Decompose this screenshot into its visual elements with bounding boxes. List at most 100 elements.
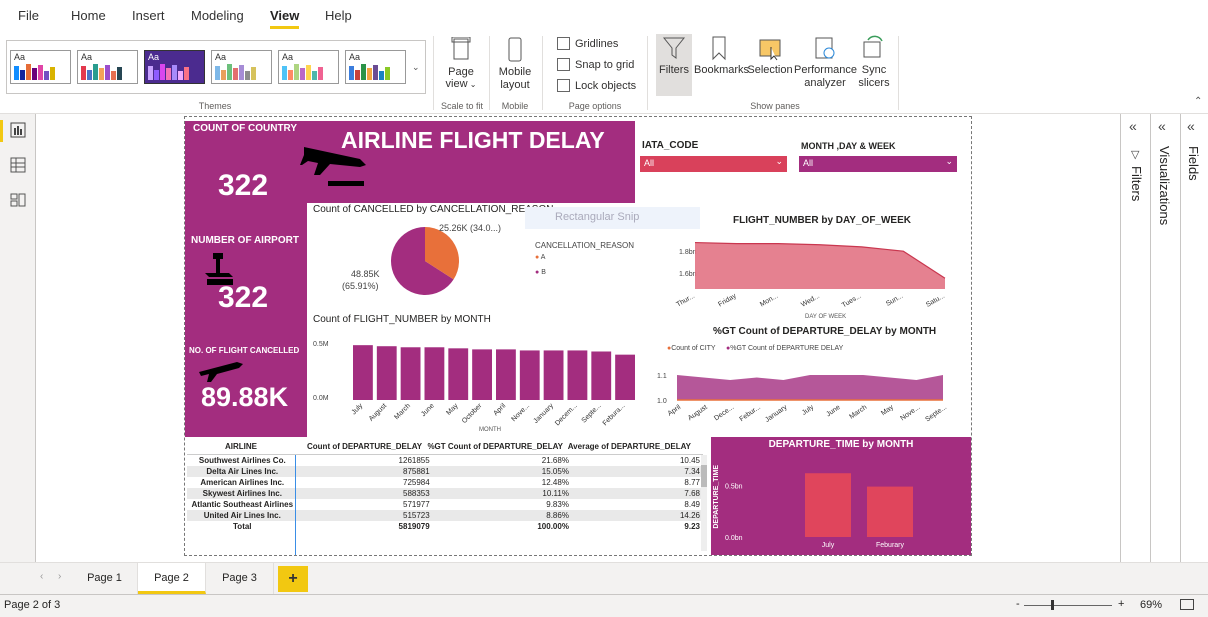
y-tick: 1.0 bbox=[657, 398, 667, 405]
col-avg[interactable]: Average of DEPARTURE_DELAY bbox=[563, 442, 691, 451]
bookmark-icon bbox=[694, 34, 744, 62]
iata-slicer-dropdown[interactable]: All ⌄ bbox=[640, 156, 787, 172]
menu-file[interactable]: File bbox=[18, 8, 39, 23]
pie-label-b-value: 48.85K bbox=[351, 269, 380, 279]
left-nav bbox=[0, 114, 36, 594]
dep-legend-b: ●%GT Count of DEPARTURE DELAY bbox=[726, 345, 844, 352]
area-fill bbox=[695, 242, 945, 289]
filters-pane-button[interactable]: Filters bbox=[656, 34, 692, 96]
pie-chart bbox=[391, 227, 459, 295]
y-tick: 1.8bn bbox=[679, 249, 697, 256]
menu-insert[interactable]: Insert bbox=[132, 8, 165, 23]
departure-time-card: DEPARTURE_TIME by MONTH DEPARTURE_TIME 0… bbox=[711, 437, 971, 555]
filters-pane-label[interactable]: Filters bbox=[1129, 166, 1144, 201]
page-tabs: ‹ › Page 1 Page 2 Page 3 + bbox=[0, 562, 1208, 594]
series-gt-area bbox=[677, 375, 943, 400]
menu-home[interactable]: Home bbox=[71, 8, 106, 23]
col-pct[interactable]: %GT Count of DEPARTURE_DELAY bbox=[427, 442, 563, 451]
lock-objects-checkbox[interactable]: Lock objects bbox=[557, 79, 636, 92]
fields-pane-label[interactable]: Fields bbox=[1186, 146, 1201, 181]
page-options-group-label: Page options bbox=[568, 101, 622, 111]
themes-expand-icon[interactable]: ⌄ bbox=[412, 62, 420, 73]
theme-swatch-4[interactable]: Aa bbox=[211, 50, 272, 84]
theme-bars-icon bbox=[215, 64, 256, 80]
table-scrollbar[interactable] bbox=[701, 455, 707, 551]
page-view-button[interactable]: Page view ⌄ bbox=[441, 36, 481, 90]
menu-modeling[interactable]: Modeling bbox=[191, 8, 244, 23]
tab-page-1[interactable]: Page 1 bbox=[72, 563, 138, 594]
tab-prev-icon[interactable]: ‹ bbox=[40, 571, 43, 582]
fields-collapse-icon[interactable]: « bbox=[1187, 118, 1195, 134]
table-row[interactable]: Atlantic Southeast Airlines 571977 9.83% 8.… bbox=[187, 499, 703, 510]
table-row[interactable]: American Airlines Inc. 725984 12.48% 8.77 bbox=[187, 477, 703, 488]
table-row[interactable]: United Air Lines Inc. 515723 8.86% 14.26 bbox=[187, 510, 703, 521]
pie-legend-title: CANCELLATION_REASON bbox=[535, 241, 634, 250]
area-dow-chart: 1.8bn 1.6bn Thur... Friday Mon... Wed... Tues.… bbox=[675, 241, 946, 310]
col-airline[interactable]: AIRLINE bbox=[187, 442, 295, 451]
table-cell: 515723 bbox=[403, 511, 430, 520]
report-page: COUNT OF COUNTRY 322 AIRLINE FLIGHT DELA… bbox=[184, 116, 972, 556]
theme-swatch-2[interactable]: Aa bbox=[77, 50, 138, 84]
sync-slicers-button[interactable]: Sync slicers bbox=[854, 34, 894, 90]
airport-value: 322 bbox=[218, 281, 269, 314]
x-tick-label: Tues... bbox=[841, 293, 863, 310]
menu-help[interactable]: Help bbox=[325, 8, 352, 23]
airport-kpi-card: NUMBER OF AIRPORT 322 bbox=[185, 203, 307, 316]
snap-to-grid-checkbox[interactable]: Snap to grid bbox=[557, 58, 634, 71]
zoom-slider-thumb[interactable] bbox=[1051, 600, 1054, 610]
y-tick: 1.6bn bbox=[679, 271, 697, 278]
x-tick-label: July bbox=[822, 542, 835, 549]
theme-swatch-3[interactable]: Aa bbox=[144, 50, 205, 84]
theme-swatch-1[interactable]: Aa bbox=[10, 50, 71, 84]
data-view-icon[interactable] bbox=[10, 157, 26, 178]
pie-label-a: 25.26K (34.0...) bbox=[439, 223, 502, 233]
fit-page-icon[interactable] bbox=[1180, 599, 1194, 610]
bar-1 bbox=[867, 486, 913, 537]
bookmarks-pane-button[interactable]: Bookmarks bbox=[694, 34, 749, 76]
selection-pane-button[interactable]: Selection bbox=[747, 34, 793, 76]
report-view-icon[interactable] bbox=[10, 122, 26, 143]
theme-label: Aa bbox=[14, 52, 26, 62]
tab-next-icon[interactable]: › bbox=[58, 571, 61, 582]
zoom-in-button[interactable]: + bbox=[1118, 598, 1124, 610]
month-slicer-dropdown[interactable]: All ⌄ bbox=[799, 156, 957, 172]
filters-collapse-icon[interactable]: « bbox=[1129, 118, 1137, 134]
table-cell: 12.48% bbox=[541, 478, 569, 487]
zoom-out-button[interactable]: - bbox=[1016, 598, 1020, 610]
theme-label: Aa bbox=[81, 52, 93, 62]
snip-overlay: Rectangular Snip bbox=[525, 207, 700, 229]
bar-11 bbox=[615, 354, 635, 400]
model-view-icon[interactable] bbox=[10, 192, 26, 213]
bar-5 bbox=[472, 349, 492, 400]
visualizations-pane-label[interactable]: Visualizations bbox=[1157, 146, 1172, 225]
add-page-button[interactable]: + bbox=[278, 566, 308, 592]
chevron-down-icon: ⌄ bbox=[775, 156, 783, 166]
table-total-row[interactable]: Total 5819079 100.00% 9.23 bbox=[187, 521, 703, 532]
x-tick-label: October bbox=[461, 402, 484, 425]
report-title: AIRLINE FLIGHT DELAY bbox=[341, 127, 605, 153]
table-row[interactable]: Delta Air Lines Inc. 875881 15.05% 7.34 bbox=[187, 466, 703, 477]
performance-analyzer-button[interactable]: Performance analyzer bbox=[794, 34, 857, 90]
table-row[interactable]: Southwest Airlines Co. 1261855 21.68% 10.45 bbox=[187, 455, 703, 466]
filter-icon bbox=[656, 34, 692, 62]
theme-swatch-6[interactable]: Aa bbox=[345, 50, 406, 84]
theme-swatch-5[interactable]: Aa bbox=[278, 50, 339, 84]
dt-title: DEPARTURE_TIME by MONTH bbox=[768, 439, 914, 450]
zoom-level: 69% bbox=[1140, 599, 1163, 611]
table-row[interactable]: Skywest Airlines Inc. 588353 10.11% 7.68 bbox=[187, 488, 703, 499]
table-cell: 8.49 bbox=[684, 500, 700, 509]
mobile-layout-button[interactable]: Mobile layout bbox=[495, 36, 535, 92]
zoom-slider[interactable] bbox=[1024, 605, 1112, 606]
tab-page-2[interactable]: Page 2 bbox=[138, 563, 206, 594]
visualizations-collapse-icon[interactable]: « bbox=[1158, 118, 1166, 134]
y-tick: 1.1 bbox=[657, 373, 667, 380]
bar-10 bbox=[591, 351, 612, 400]
tab-page-3[interactable]: Page 3 bbox=[206, 563, 274, 594]
collapse-ribbon-icon[interactable]: ⌃ bbox=[1194, 96, 1202, 107]
menu-view[interactable]: View bbox=[270, 8, 300, 29]
col-count[interactable]: Count of DEPARTURE_DELAY bbox=[295, 442, 427, 451]
x-tick-label: April bbox=[667, 404, 683, 418]
chevron-down-icon: ⌄ bbox=[945, 156, 953, 166]
gridlines-checkbox[interactable]: Gridlines bbox=[557, 37, 618, 50]
pie-legend-a: ● A bbox=[535, 254, 546, 261]
